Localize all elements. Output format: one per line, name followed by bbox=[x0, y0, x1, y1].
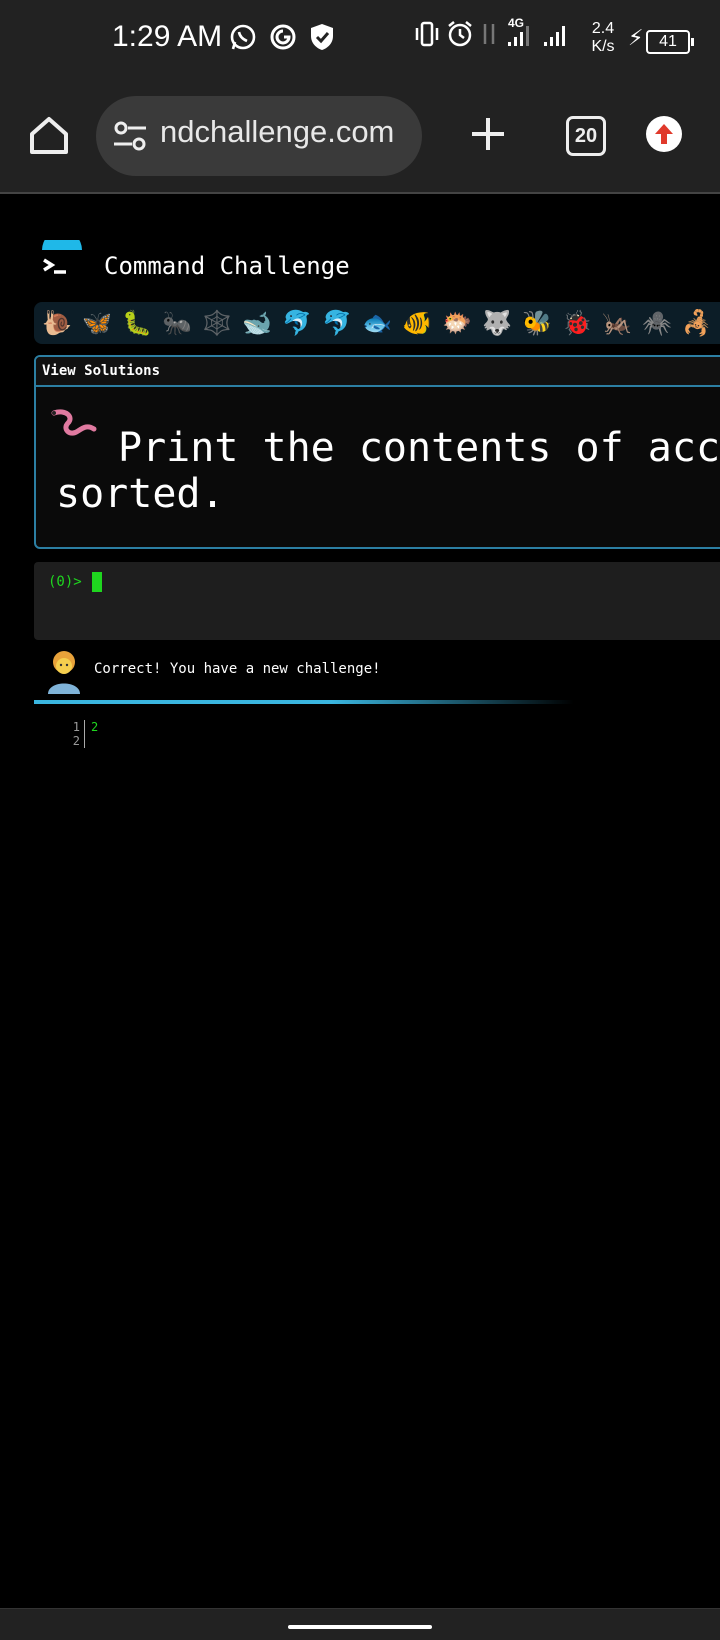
animal-badge: 🐌 bbox=[42, 309, 72, 337]
system-icons: 4G bbox=[414, 16, 570, 48]
address-bar[interactable]: ndchallenge.com bbox=[96, 96, 422, 176]
browser-toolbar: ndchallenge.com 20 bbox=[0, 84, 720, 194]
animal-badge: 🐝 bbox=[522, 309, 552, 337]
battery-icon: 41 bbox=[646, 30, 694, 54]
signal-icon bbox=[508, 26, 529, 46]
animal-badge: 🐡 bbox=[442, 309, 472, 337]
net-speed: 2.4 K/s bbox=[591, 20, 615, 55]
animal-badge: 🕷️ bbox=[642, 309, 672, 337]
whatsapp-icon bbox=[230, 24, 256, 50]
shield-icon bbox=[311, 24, 333, 50]
animal-badge: 🐬 bbox=[282, 309, 312, 337]
output-row: 2 bbox=[64, 734, 98, 748]
charging-icon: ⚡ bbox=[628, 26, 644, 51]
alarm-icon bbox=[448, 21, 472, 47]
animal-badge: 🐛 bbox=[122, 309, 152, 337]
home-gesture-handle[interactable] bbox=[288, 1625, 432, 1629]
command-output: 1 2 2 bbox=[64, 720, 98, 748]
data-arrows-icon bbox=[483, 24, 495, 44]
output-value: 2 bbox=[91, 720, 99, 734]
tabs-icon[interactable]: 20 bbox=[566, 116, 606, 156]
animal-badge: 🐋 bbox=[242, 309, 272, 337]
result-divider bbox=[34, 700, 574, 704]
output-value bbox=[85, 734, 91, 748]
url-text: ndchallenge.com bbox=[160, 114, 395, 149]
terminal-logo-icon[interactable] bbox=[40, 240, 84, 280]
notification-icons bbox=[228, 22, 336, 52]
challenge-panel: View Solutions Print the contents of acc… bbox=[34, 355, 720, 549]
signal-icon bbox=[544, 26, 565, 46]
result-message: Correct! You have a new challenge! bbox=[94, 661, 381, 677]
status-bar: 1:29 AM 4G 2.4 K/s ⚡ 41 bbox=[0, 0, 720, 84]
home-icon[interactable] bbox=[26, 112, 72, 158]
sync-icon bbox=[270, 24, 296, 50]
terminal-prompt: (0)> bbox=[48, 574, 82, 590]
output-row: 1 2 bbox=[64, 720, 98, 734]
command-terminal[interactable]: (0)> bbox=[34, 562, 720, 640]
site-settings-icon[interactable] bbox=[112, 118, 148, 154]
system-nav-bar bbox=[0, 1608, 720, 1640]
view-solutions-link[interactable]: View Solutions bbox=[36, 357, 720, 387]
line-number: 1 bbox=[64, 720, 85, 734]
animal-badge: 🐜 bbox=[162, 309, 192, 337]
plus-icon[interactable] bbox=[468, 114, 508, 154]
terminal-cursor[interactable] bbox=[92, 572, 102, 592]
page: 1:29 AM 4G 2.4 K/s ⚡ 41 ndchallenge.com … bbox=[0, 0, 720, 1640]
update-icon[interactable] bbox=[646, 116, 682, 152]
animal-badge: 🕸️ bbox=[202, 309, 232, 337]
person-emoji-icon bbox=[48, 651, 80, 694]
site-title[interactable]: Command Challenge bbox=[104, 252, 350, 280]
animal-badge: 🐟 bbox=[362, 309, 392, 337]
animal-badge: 🐞 bbox=[562, 309, 592, 337]
line-number: 2 bbox=[64, 734, 85, 748]
animal-badge: 🐺 bbox=[482, 309, 512, 337]
challenge-text: Print the contents of acce sorted. bbox=[56, 425, 720, 517]
animal-badge: 🦂 bbox=[682, 309, 712, 337]
animal-badge: 🦋 bbox=[82, 309, 112, 337]
vibrate-icon bbox=[415, 21, 439, 47]
animal-badge: 🦗 bbox=[602, 309, 632, 337]
animal-badge: 🐬 bbox=[322, 309, 352, 337]
status-time: 1:29 AM bbox=[112, 20, 223, 53]
animal-badge: 🐠 bbox=[402, 309, 432, 337]
progress-animal-strip: 🐌 🦋 🐛 🐜 🕸️ 🐋 🐬 🐬 🐟 🐠 🐡 🐺 🐝 🐞 🦗 🕷️ 🦂 bbox=[34, 302, 720, 344]
